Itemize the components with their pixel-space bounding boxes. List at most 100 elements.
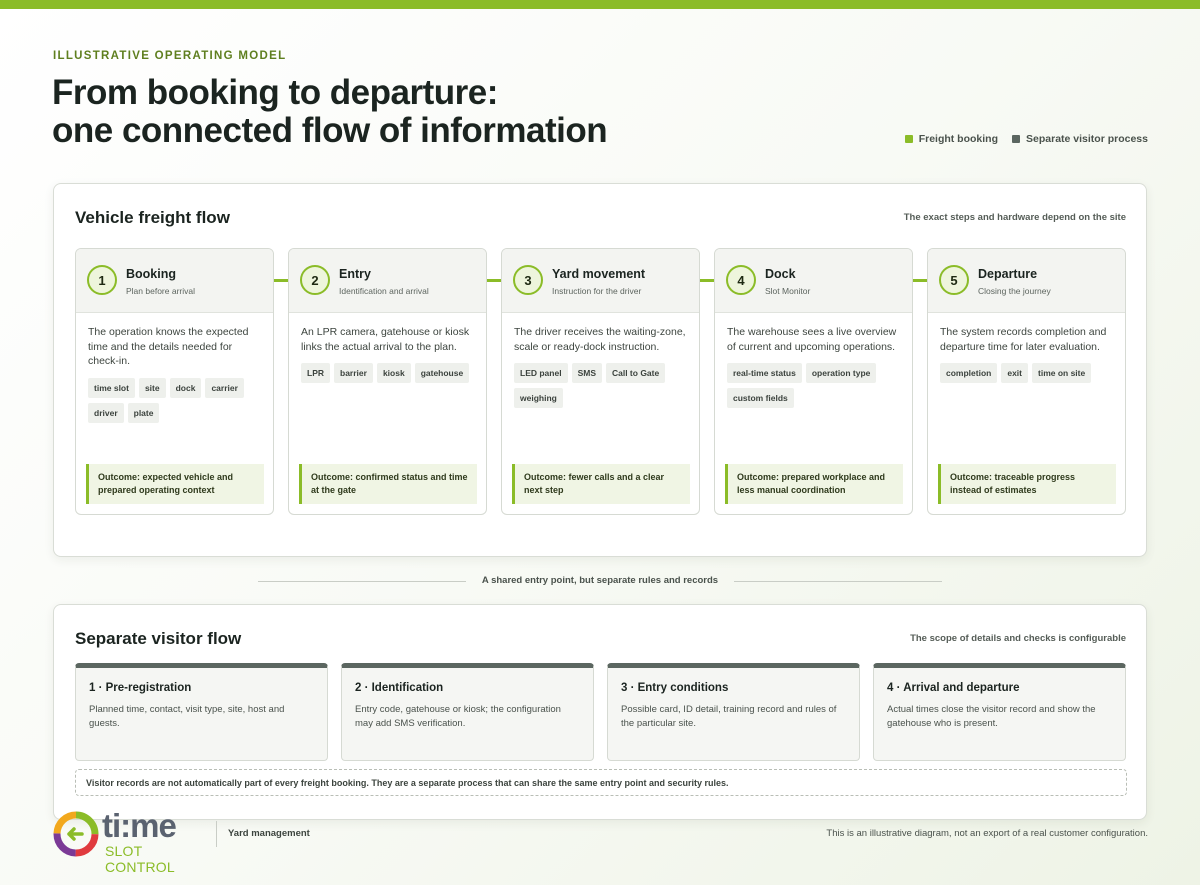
step-header: 1 Booking Plan before arrival — [76, 249, 273, 313]
visitor-card-arrival-departure: 4 · Arrival and departure Actual times c… — [873, 663, 1126, 761]
legend-label-freight: Freight booking — [918, 133, 999, 145]
step-connector — [700, 279, 715, 282]
step-description: An LPR camera, gatehouse or kiosk links … — [301, 326, 470, 353]
visitor-card-pre-registration: 1 · Pre-registration Planned time, conta… — [75, 663, 328, 761]
step-subtitle: Instruction for the driver — [552, 286, 642, 296]
eyebrow-label: ILLUSTRATIVE OPERATING MODEL — [53, 50, 287, 62]
step-outcome: Outcome: expected vehicle and prepared o… — [86, 464, 264, 504]
visitor-flow-note: The scope of details and checks is confi… — [910, 633, 1126, 644]
step-card-dock: 4 Dock Slot Monitor The warehouse sees a… — [714, 248, 913, 515]
divider-line-left — [258, 581, 466, 582]
visitor-card-title: 3 · Entry conditions — [621, 682, 729, 694]
step-title: Dock — [765, 267, 796, 281]
footer-separator — [216, 821, 217, 847]
legend-label-visitor: Separate visitor process — [1026, 133, 1148, 145]
step-outcome: Outcome: fewer calls and a clear next st… — [512, 464, 690, 504]
tag: SMS — [571, 363, 602, 383]
step-tags: LPR barrier kiosk gatehouse — [301, 363, 481, 383]
time-slot-control-logo: ti:me SLOT CONTROL — [52, 807, 212, 875]
tag: site — [138, 378, 166, 398]
step-card-yard-movement: 3 Yard movement Instruction for the driv… — [501, 248, 700, 515]
divider-label: A shared entry point, but separate rules… — [481, 575, 719, 586]
step-header: 5 Departure Closing the journey — [928, 249, 1125, 313]
legend-item-freight: Freight booking — [904, 133, 999, 145]
logo-wordmark: ti:me — [102, 807, 177, 844]
legend-swatch-visitor — [1012, 135, 1021, 143]
visitor-card-description: Entry code, gatehouse or kiosk; the conf… — [355, 704, 561, 729]
page-title-line-1: From booking to departure: — [52, 73, 498, 112]
visitor-card-entry-conditions: 3 · Entry conditions Possible card, ID d… — [607, 663, 860, 761]
step-title: Yard movement — [552, 267, 646, 281]
step-connector — [487, 279, 502, 282]
step-connector — [913, 279, 928, 282]
step-header: 3 Yard movement Instruction for the driv… — [502, 249, 699, 313]
freight-flow-note: The exact steps and hardware depend on t… — [903, 212, 1126, 223]
freight-flow-panel: Vehicle freight flow The exact steps and… — [53, 183, 1147, 557]
freight-flow-title: Vehicle freight flow — [75, 208, 230, 227]
tag: plate — [127, 403, 160, 423]
visitor-card-description: Actual times close the visitor record an… — [887, 704, 1096, 729]
tag: kiosk — [376, 363, 411, 383]
tag: time slot — [88, 378, 135, 398]
step-connector — [274, 279, 289, 282]
footer-disclaimer: This is an illustrative diagram, not an … — [826, 828, 1148, 839]
step-number-badge: 3 — [513, 265, 543, 295]
tag: barrier — [334, 363, 373, 383]
visitor-flow-title: Separate visitor flow — [75, 629, 242, 648]
step-outcome: Outcome: confirmed status and time at th… — [299, 464, 477, 504]
step-subtitle: Slot Monitor — [765, 286, 811, 296]
step-number-badge: 2 — [300, 265, 330, 295]
step-description: The driver receives the waiting-zone, sc… — [514, 326, 686, 353]
page-title-line-2: one connected flow of information — [52, 111, 608, 150]
tag: time on site — [1032, 363, 1092, 383]
step-tags: real-time status operation type custom f… — [727, 363, 907, 408]
tag: driver — [88, 403, 124, 423]
step-description: The warehouse sees a live overview of cu… — [727, 326, 897, 353]
step-description: The system records completion and depart… — [940, 326, 1107, 353]
visitor-card-title: 4 · Arrival and departure — [887, 682, 1020, 694]
step-header: 2 Entry Identification and arrival — [289, 249, 486, 313]
freight-steps: 1 Booking Plan before arrival The operat… — [75, 248, 1127, 515]
visitor-card-description: Possible card, ID detail, training recor… — [621, 704, 837, 729]
step-number-badge: 1 — [87, 265, 117, 295]
tag: real-time status — [727, 363, 802, 383]
step-header: 4 Dock Slot Monitor — [715, 249, 912, 313]
step-card-entry: 2 Entry Identification and arrival An LP… — [288, 248, 487, 515]
tag: operation type — [805, 363, 877, 383]
step-card-departure: 5 Departure Closing the journey The syst… — [927, 248, 1126, 515]
logo-ring-icon — [53, 811, 99, 857]
visitor-footnote: Visitor records are not automatically pa… — [75, 769, 1127, 796]
step-tags: LED panel SMS Call to Gate weighing — [514, 363, 694, 408]
page-title: From booking to departure: one connected… — [52, 73, 608, 150]
footer-product-label: Yard management — [228, 828, 310, 839]
tag: weighing — [514, 388, 563, 408]
visitor-flow-panel: Separate visitor flow The scope of detai… — [53, 604, 1147, 820]
visitor-card-title: 1 · Pre-registration — [89, 682, 192, 694]
step-subtitle: Closing the journey — [978, 286, 1051, 296]
tag: LED panel — [514, 363, 568, 383]
step-tags: completion exit time on site — [940, 363, 1120, 383]
visitor-card-identification: 2 · Identification Entry code, gatehouse… — [341, 663, 594, 761]
divider-line-right — [734, 581, 942, 582]
visitor-card-title: 2 · Identification — [355, 682, 444, 694]
step-title: Booking — [126, 267, 176, 281]
tag: Call to Gate — [605, 363, 666, 383]
step-description: The operation knows the expected time an… — [88, 326, 249, 367]
visitor-card-description: Planned time, contact, visit type, site,… — [89, 704, 285, 729]
legend: Freight booking Separate visitor process — [904, 133, 1148, 145]
tag: dock — [169, 378, 202, 398]
legend-item-visitor: Separate visitor process — [1012, 133, 1148, 145]
step-number-badge: 5 — [939, 265, 969, 295]
step-number-badge: 4 — [726, 265, 756, 295]
logo-subtitle: SLOT CONTROL — [105, 843, 175, 875]
step-subtitle: Plan before arrival — [126, 286, 195, 296]
step-title: Entry — [339, 267, 371, 281]
tag: completion — [940, 363, 998, 383]
step-subtitle: Identification and arrival — [339, 286, 429, 296]
tag: carrier — [205, 378, 244, 398]
step-tags: time slot site dock carrier driver plate — [88, 378, 268, 423]
tag: gatehouse — [414, 363, 470, 383]
legend-swatch-freight — [904, 135, 913, 143]
step-outcome: Outcome: prepared workplace and less man… — [725, 464, 903, 504]
step-outcome: Outcome: traceable progress instead of e… — [938, 464, 1116, 504]
